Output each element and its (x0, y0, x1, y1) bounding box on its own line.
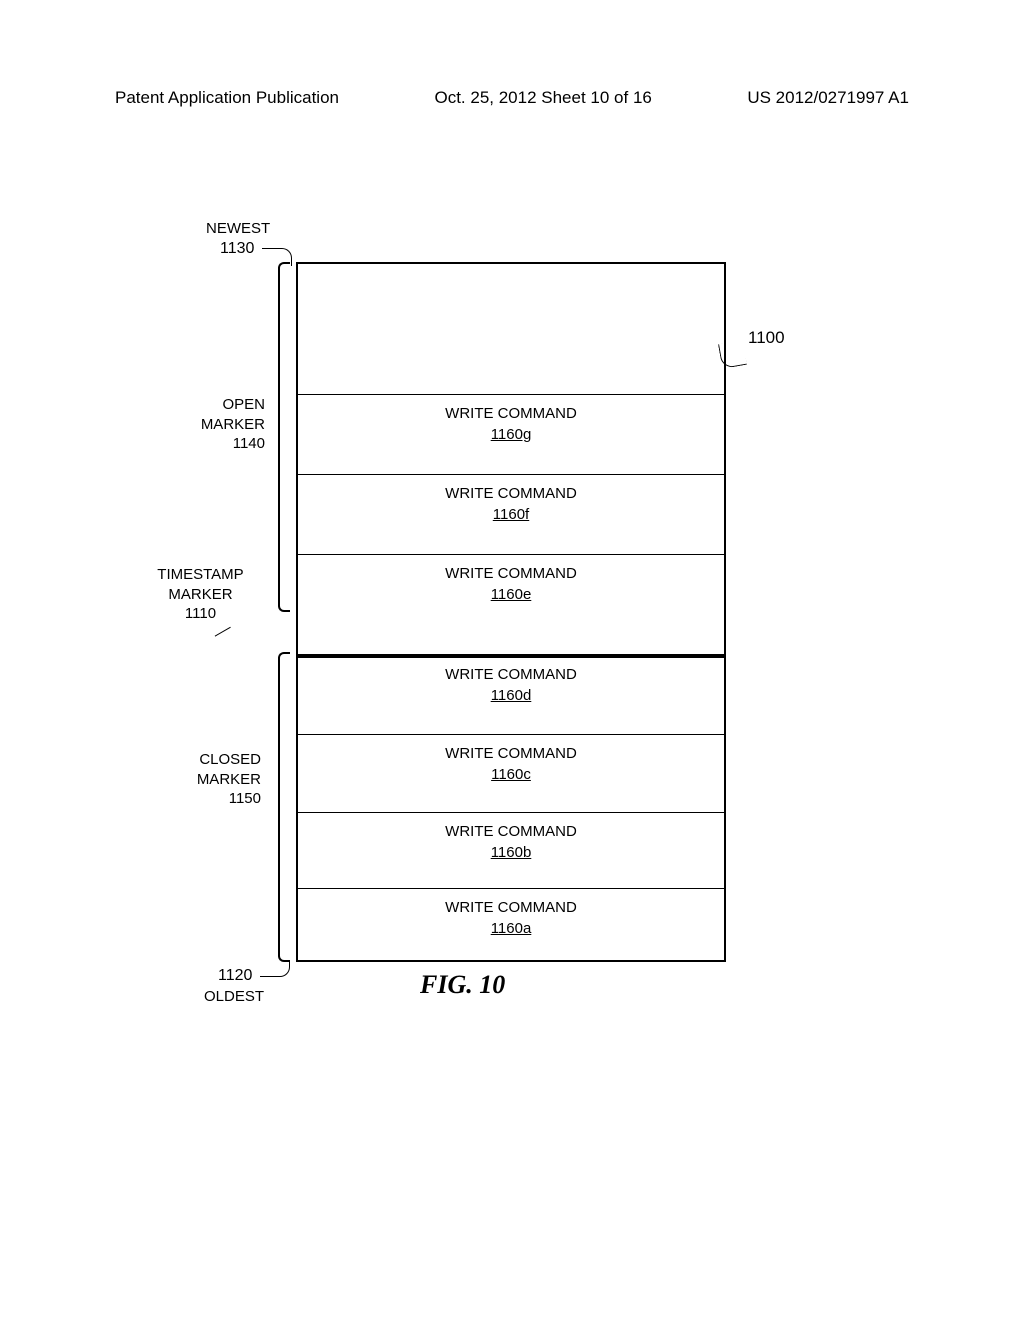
cmd-ref: 1160c (491, 766, 531, 783)
timestamp-l1: TIMESTAMP (157, 566, 243, 583)
oldest-label: OLDEST (204, 988, 264, 1005)
header-center: Oct. 25, 2012 Sheet 10 of 16 (434, 88, 651, 108)
closed-marker-brace (278, 652, 290, 962)
open-marker-ref: 1140 (233, 435, 265, 452)
cmd-label: WRITE COMMAND (298, 565, 724, 582)
ref-1120: 1120 (218, 967, 252, 985)
write-command-row-e: WRITE COMMAND 1160e (298, 554, 724, 654)
open-marker-label: OPEN MARKER 1140 (180, 395, 265, 454)
closed-marker-label: CLOSED MARKER 1150 (176, 750, 261, 809)
cmd-label: WRITE COMMAND (298, 405, 724, 422)
cmd-ref: 1160b (491, 844, 532, 861)
write-command-row-f: WRITE COMMAND 1160f (298, 474, 724, 554)
cmd-label: WRITE COMMAND (298, 823, 724, 840)
write-command-row-d: WRITE COMMAND 1160d (298, 656, 724, 734)
page-header: Patent Application Publication Oct. 25, … (0, 88, 1024, 108)
cmd-ref: 1160e (491, 586, 532, 603)
closed-marker-ref: 1150 (229, 790, 261, 807)
cmd-label: WRITE COMMAND (298, 666, 724, 683)
open-marker-l2: MARKER (201, 416, 265, 433)
cmd-ref: 1160f (493, 506, 529, 523)
open-marker-brace (278, 262, 290, 612)
cmd-label: WRITE COMMAND (298, 899, 724, 916)
timestamp-l2: MARKER (168, 586, 232, 603)
cmd-ref: 1160g (491, 426, 532, 443)
write-command-row-g: WRITE COMMAND 1160g (298, 394, 724, 474)
cmd-label: WRITE COMMAND (298, 485, 724, 502)
closed-marker-l1: CLOSED (199, 751, 261, 768)
figure-caption: FIG. 10 (420, 970, 505, 1000)
timestamp-ref: 1110 (185, 605, 216, 622)
closed-marker-l2: MARKER (197, 771, 261, 788)
cmd-ref: 1160d (491, 687, 532, 704)
timestamp-leader-tick (215, 627, 240, 652)
newest-label: NEWEST (206, 220, 270, 237)
write-command-row-c: WRITE COMMAND 1160c (298, 734, 724, 812)
leader-1120 (260, 962, 290, 977)
cmd-ref: 1160a (491, 920, 532, 937)
header-right: US 2012/0271997 A1 (747, 88, 909, 108)
queue-box: WRITE COMMAND 1160g WRITE COMMAND 1160f … (296, 262, 726, 962)
cmd-label: WRITE COMMAND (298, 745, 724, 762)
write-command-row-b: WRITE COMMAND 1160b (298, 812, 724, 888)
ref-1130: 1130 (220, 240, 254, 258)
timestamp-marker-label: TIMESTAMP MARKER 1110 (148, 565, 253, 624)
open-marker-l1: OPEN (222, 396, 265, 413)
ref-1100: 1100 (748, 328, 785, 348)
write-command-row-a: WRITE COMMAND 1160a (298, 888, 724, 964)
figure-diagram: NEWEST 1130 WRITE COMMAND 1160g WRITE CO… (0, 220, 1024, 1000)
header-left: Patent Application Publication (115, 88, 339, 108)
